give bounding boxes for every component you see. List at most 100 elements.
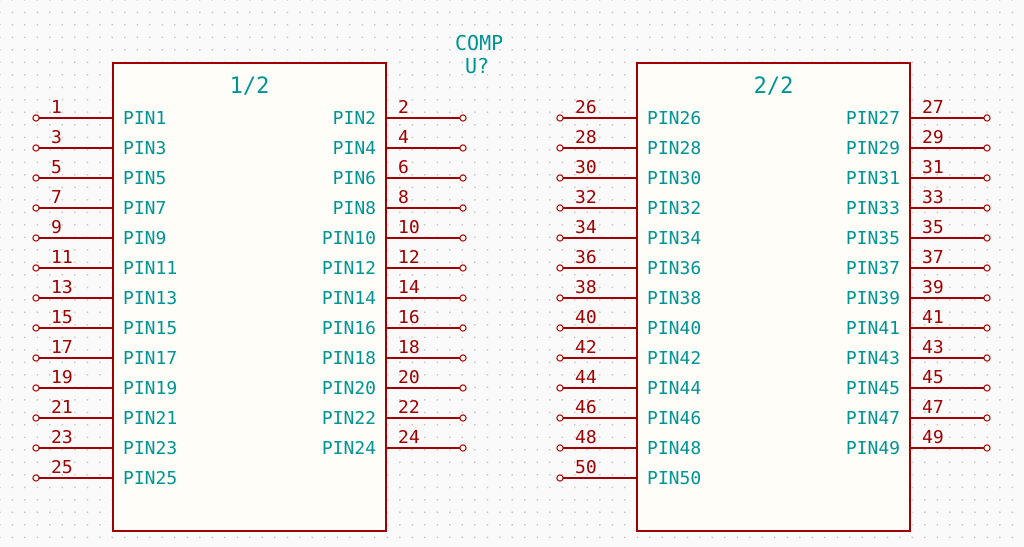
pin-name: PIN7 <box>123 198 166 219</box>
pin-endpoint-icon <box>33 325 39 331</box>
pin-endpoint-icon <box>984 115 990 121</box>
pin-name: PIN10 <box>322 228 376 249</box>
pin-number: 2 <box>398 97 409 118</box>
pin-name: PIN21 <box>123 408 177 429</box>
pin-endpoint-icon <box>460 175 466 181</box>
pin-number: 33 <box>922 187 944 208</box>
pin-endpoint-icon <box>33 115 39 121</box>
pin-number: 37 <box>922 247 944 268</box>
pin-number: 45 <box>922 367 944 388</box>
pin-number: 18 <box>398 337 420 358</box>
pin-number: 50 <box>575 457 597 478</box>
pin-endpoint-icon <box>984 235 990 241</box>
pin-name: PIN34 <box>647 228 701 249</box>
pin-endpoint-icon <box>557 175 563 181</box>
pin-endpoint-icon <box>460 235 466 241</box>
pin-name: PIN3 <box>123 138 166 159</box>
pin-number: 16 <box>398 307 420 328</box>
pin-endpoint-icon <box>33 415 39 421</box>
pin-number: 30 <box>575 157 597 178</box>
pin-number: 17 <box>51 337 73 358</box>
pin-number: 24 <box>398 427 420 448</box>
pin-name: PIN24 <box>322 438 376 459</box>
pin-number: 7 <box>51 187 62 208</box>
pin-name: PIN36 <box>647 258 701 279</box>
pin-number: 44 <box>575 367 597 388</box>
pin-number: 6 <box>398 157 409 178</box>
pin-name: PIN29 <box>846 138 900 159</box>
pin-number: 12 <box>398 247 420 268</box>
pin-number: 15 <box>51 307 73 328</box>
pin-number: 46 <box>575 397 597 418</box>
pin-name: PIN30 <box>647 168 701 189</box>
pin-name: PIN9 <box>123 228 166 249</box>
pin-name: PIN16 <box>322 318 376 339</box>
pin-number: 1 <box>51 97 62 118</box>
pin-endpoint-icon <box>984 415 990 421</box>
pin-name: PIN5 <box>123 168 166 189</box>
pin-endpoint-icon <box>984 325 990 331</box>
unit-label: 1/2 <box>230 74 270 99</box>
unit-2: 2/226PIN2628PIN2830PIN3032PIN3234PIN3436… <box>557 63 990 531</box>
schematic-canvas: COMP U? 1/21PIN13PIN35PIN57PIN79PIN911PI… <box>0 0 1024 547</box>
pin-endpoint-icon <box>557 295 563 301</box>
pin-endpoint-icon <box>557 445 563 451</box>
pin-endpoint-icon <box>557 205 563 211</box>
pin-name: PIN4 <box>333 138 376 159</box>
pin-endpoint-icon <box>33 265 39 271</box>
pin-endpoint-icon <box>33 445 39 451</box>
pin-endpoint-icon <box>460 385 466 391</box>
pin-number: 35 <box>922 217 944 238</box>
pin-name: PIN38 <box>647 288 701 309</box>
pin-endpoint-icon <box>984 355 990 361</box>
pin-name: PIN32 <box>647 198 701 219</box>
pin-endpoint-icon <box>557 265 563 271</box>
pin-endpoint-icon <box>984 175 990 181</box>
pin-endpoint-icon <box>557 415 563 421</box>
pin-number: 27 <box>922 97 944 118</box>
pin-endpoint-icon <box>460 205 466 211</box>
pin-name: PIN11 <box>123 258 177 279</box>
pin-name: PIN13 <box>123 288 177 309</box>
pin-endpoint-icon <box>984 205 990 211</box>
component-name: COMP <box>455 31 503 55</box>
unit-label: 2/2 <box>754 74 794 99</box>
pin-name: PIN18 <box>322 348 376 369</box>
pin-name: PIN26 <box>647 108 701 129</box>
pin-endpoint-icon <box>460 355 466 361</box>
pin-name: PIN39 <box>846 288 900 309</box>
pin-number: 42 <box>575 337 597 358</box>
pin-name: PIN19 <box>123 378 177 399</box>
pin-endpoint-icon <box>33 235 39 241</box>
pin-number: 20 <box>398 367 420 388</box>
pin-name: PIN41 <box>846 318 900 339</box>
pin-number: 47 <box>922 397 944 418</box>
pin-endpoint-icon <box>460 145 466 151</box>
pin-number: 41 <box>922 307 944 328</box>
pin-name: PIN46 <box>647 408 701 429</box>
pin-name: PIN35 <box>846 228 900 249</box>
pin-name: PIN48 <box>647 438 701 459</box>
pin-name: PIN27 <box>846 108 900 129</box>
pin-number: 9 <box>51 217 62 238</box>
unit-1: 1/21PIN13PIN35PIN57PIN79PIN911PIN1113PIN… <box>33 63 466 531</box>
pin-number: 43 <box>922 337 944 358</box>
pin-name: PIN28 <box>647 138 701 159</box>
pin-name: PIN44 <box>647 378 701 399</box>
pin-endpoint-icon <box>984 145 990 151</box>
pin-endpoint-icon <box>33 205 39 211</box>
pin-name: PIN23 <box>123 438 177 459</box>
pin-name: PIN47 <box>846 408 900 429</box>
pin-number: 28 <box>575 127 597 148</box>
pin-name: PIN43 <box>846 348 900 369</box>
pin-name: PIN6 <box>333 168 376 189</box>
pin-endpoint-icon <box>557 385 563 391</box>
component-reference: U? <box>465 54 489 78</box>
pin-number: 39 <box>922 277 944 298</box>
pin-number: 14 <box>398 277 420 298</box>
pin-number: 40 <box>575 307 597 328</box>
pin-name: PIN15 <box>123 318 177 339</box>
pin-endpoint-icon <box>460 265 466 271</box>
pin-number: 8 <box>398 187 409 208</box>
pin-name: PIN50 <box>647 468 701 489</box>
